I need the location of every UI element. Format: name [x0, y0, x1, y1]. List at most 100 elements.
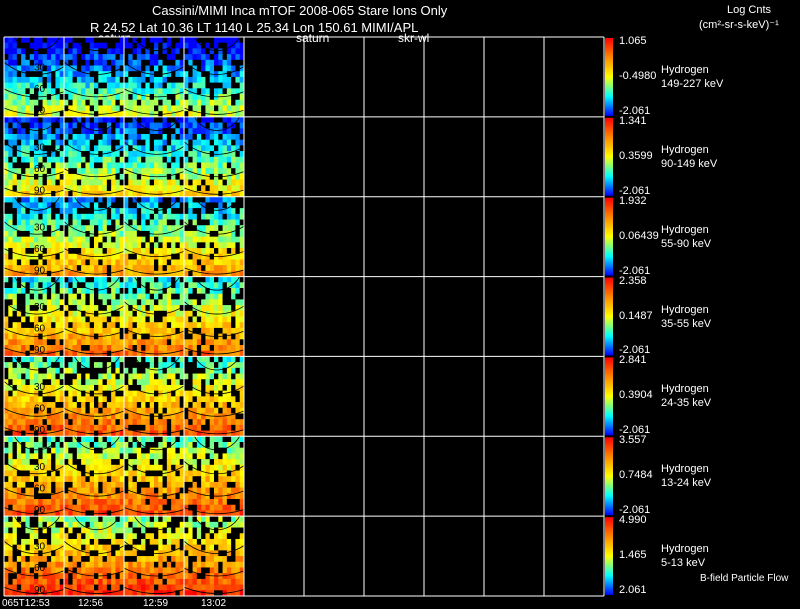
heatmap-cell [136, 88, 142, 95]
heatmap-cell [124, 94, 129, 101]
heatmap-cell [196, 499, 202, 506]
heatmap-cell [196, 459, 202, 466]
heatmap-cell [98, 213, 103, 220]
heatmap-cell [166, 396, 172, 403]
heatmap-cell [128, 379, 133, 386]
heatmap-cell [4, 76, 9, 83]
heatmap-cell [141, 504, 146, 511]
heatmap-cell [111, 499, 116, 506]
heatmap-cell [21, 111, 26, 118]
heatmap-cell [132, 299, 138, 306]
heatmap-cell [81, 356, 86, 363]
heatmap-cell [145, 54, 151, 61]
heatmap-cell [115, 59, 121, 66]
heatmap-cell [166, 504, 172, 511]
heatmap-cell [51, 162, 56, 169]
heatmap-cell [231, 402, 236, 409]
heatmap-cell [149, 242, 155, 249]
heatmap-cell [89, 265, 95, 272]
heatmap-cell [12, 133, 18, 140]
heatmap-cell [85, 493, 91, 500]
heatmap-cell [64, 156, 69, 163]
heatmap-cell [209, 65, 215, 72]
heatmap-cell [149, 54, 155, 61]
heatmap-cell [209, 459, 215, 466]
heatmap-cell [145, 99, 151, 106]
heatmap-cell [106, 413, 112, 420]
heatmap-cell [64, 111, 69, 118]
heatmap-cell [124, 71, 129, 78]
heatmap-cell [132, 310, 138, 317]
heatmap-cell [218, 162, 223, 169]
heatmap-cell [201, 37, 206, 43]
heatmap-cell [166, 88, 172, 95]
heatmap-cell [188, 259, 193, 266]
heatmap-cell [106, 139, 112, 146]
heatmap-cell [214, 327, 219, 334]
heatmap-cell [205, 384, 211, 391]
heatmap-cell [184, 470, 189, 477]
heatmap-cell [192, 253, 198, 260]
heatmap-cell [111, 345, 116, 352]
heatmap-cell [106, 71, 112, 78]
heatmap-cell [235, 390, 241, 397]
heatmap-cell [192, 459, 198, 466]
heatmap-cell [46, 499, 52, 506]
heatmap-cell [145, 345, 151, 352]
heatmap-cell [98, 128, 103, 135]
heatmap-cell [16, 476, 22, 483]
heatmap-cell [106, 185, 112, 192]
heatmap-cell [106, 259, 112, 266]
heatmap-cell [132, 122, 138, 129]
heatmap-cell [166, 299, 172, 306]
heatmap-cell [162, 42, 168, 49]
heatmap-cell [209, 453, 215, 460]
heatmap-cell [4, 42, 9, 49]
heatmap-cell [4, 419, 9, 426]
heatmap-cell [81, 299, 86, 306]
heatmap-cell [171, 481, 176, 488]
heatmap-cell [162, 396, 168, 403]
heatmap-cell [85, 173, 91, 180]
heatmap-cell [128, 111, 133, 118]
heatmap-cell [166, 94, 172, 101]
heatmap-cell [141, 236, 146, 243]
heatmap-cell [162, 139, 168, 146]
heatmap-cell [94, 202, 99, 209]
heatmap-cell [149, 259, 155, 266]
heatmap-cell [51, 436, 56, 443]
heatmap-cell [188, 111, 193, 118]
heatmap-cell [158, 276, 163, 283]
heatmap-cell [209, 242, 215, 249]
heatmap-cell [132, 105, 138, 112]
heatmap-cell [4, 116, 9, 123]
heatmap-cell [149, 459, 155, 466]
heatmap-cell [25, 299, 31, 306]
heatmap-cell [89, 362, 95, 369]
heatmap-cell [214, 287, 219, 294]
heatmap-cell [154, 373, 159, 380]
heatmap-cell [72, 453, 78, 460]
heatmap-cell [85, 481, 91, 488]
heatmap-cell [171, 248, 176, 255]
heatmap-cell [145, 379, 151, 386]
heatmap-cell [68, 367, 73, 374]
heatmap-cell [175, 316, 181, 323]
heatmap-cell [171, 139, 176, 146]
heatmap-cell [42, 533, 48, 540]
heatmap-cell [226, 88, 232, 95]
heatmap-cell [226, 476, 232, 483]
heatmap-cell [4, 156, 9, 163]
heatmap-cell [89, 213, 95, 220]
heatmap-cell [102, 373, 108, 380]
heatmap-cell [64, 384, 69, 391]
heatmap-cell [145, 481, 151, 488]
heatmap-cell [38, 133, 43, 140]
heatmap-cell [158, 424, 163, 431]
heatmap-cell [89, 282, 95, 289]
heatmap-cell [12, 265, 18, 272]
heatmap-cell [132, 339, 138, 346]
heatmap-cell [85, 402, 91, 409]
heatmap-cell [102, 105, 108, 112]
heatmap-cell [128, 305, 133, 312]
